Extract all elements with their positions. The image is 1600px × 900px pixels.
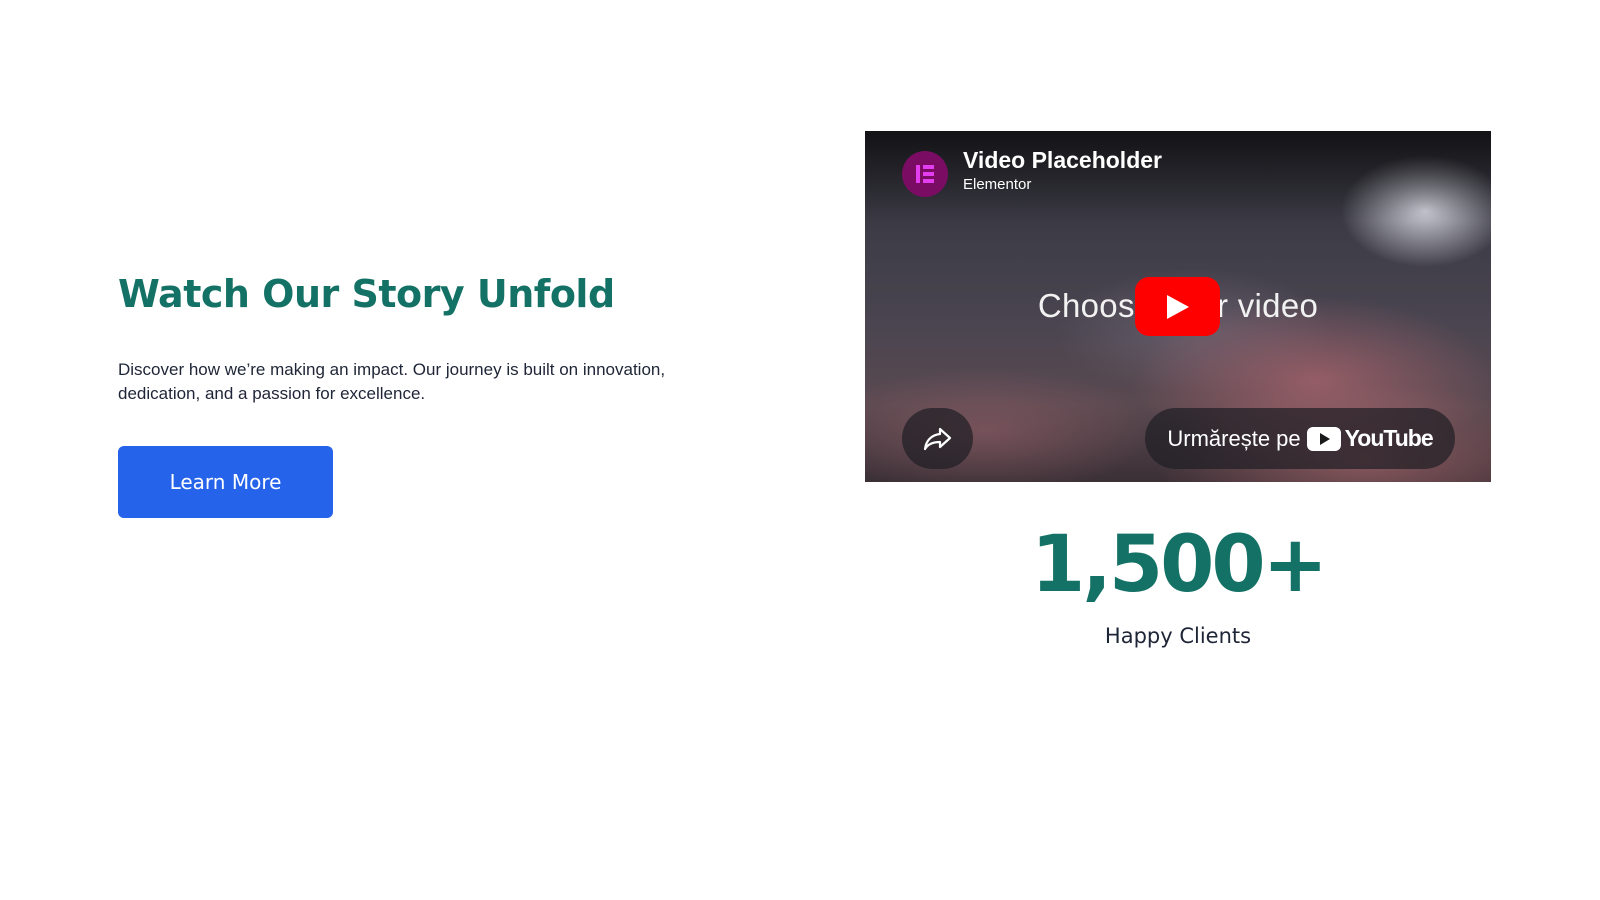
elementor-logo-icon[interactable]	[902, 151, 948, 197]
section-description: Discover how we’re making an impact. Our…	[118, 360, 666, 403]
learn-more-button[interactable]: Learn More	[118, 446, 333, 518]
youtube-wordmark: YouTube	[1344, 425, 1434, 451]
watch-on-label: Urmărește pe	[1167, 425, 1301, 451]
video-title[interactable]: Video Placeholder	[963, 147, 1162, 174]
play-icon	[1166, 294, 1189, 319]
video-channel[interactable]: Elementor	[963, 176, 1031, 193]
share-button[interactable]	[902, 408, 973, 469]
stat-label: Happy Clients	[1104, 624, 1252, 648]
share-icon	[923, 427, 951, 450]
video-player[interactable]: Video Placeholder Elementor Choose your …	[865, 131, 1491, 482]
section-title: Watch Our Story Unfold	[118, 272, 615, 316]
stat-value: 1,500+	[1030, 520, 1328, 610]
page: Watch Our Story Unfold Discover how we’r…	[0, 0, 1600, 900]
youtube-logo-icon	[1306, 426, 1341, 451]
play-button[interactable]	[1135, 277, 1220, 336]
youtube-logo: YouTube	[1306, 425, 1434, 452]
video-top-shade	[865, 131, 1491, 221]
watch-on-youtube-button[interactable]: Urmărește pe YouTube	[1145, 408, 1455, 469]
